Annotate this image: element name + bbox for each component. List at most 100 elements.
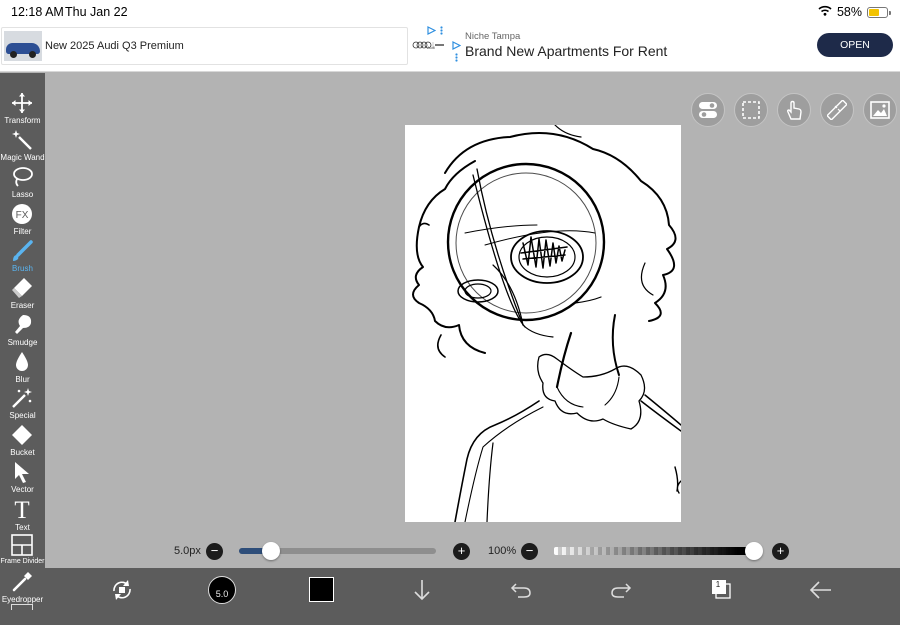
tool-special[interactable]: Special (0, 385, 45, 422)
tool-transform[interactable]: Transform (0, 90, 45, 127)
redo-button[interactable] (609, 568, 633, 625)
tool-label: Eraser (10, 301, 35, 310)
tool-text[interactable]: T Text (0, 495, 45, 532)
status-time: 12:18 AM (11, 5, 64, 19)
more-tools-handle[interactable] (11, 604, 33, 610)
ad-title[interactable]: Brand New Apartments For Rent (465, 43, 667, 59)
image-button[interactable] (863, 93, 897, 127)
tool-filter[interactable]: FX Filter (0, 201, 45, 238)
eraser-icon (12, 278, 32, 298)
bucket-icon (12, 425, 32, 445)
tool-frame-divider[interactable]: Frame Divider (0, 532, 45, 569)
brush-size-slider-knob[interactable] (261, 542, 280, 560)
ad-menu-icon (440, 26, 443, 35)
brush-size-increase-button[interactable]: + (453, 543, 470, 560)
tool-label: Text (15, 523, 30, 532)
battery-percent: 58% (836, 5, 862, 19)
battery-icon (867, 6, 891, 18)
plus-icon: + (457, 543, 466, 558)
sparkle-icon (12, 388, 32, 408)
tool-eraser[interactable]: Eraser (0, 275, 45, 312)
ad-play-icon (427, 26, 436, 35)
tool-eyedropper[interactable]: Eyedropper (0, 569, 45, 606)
plus-icon: + (776, 543, 785, 558)
opacity-increase-button[interactable]: + (772, 543, 789, 560)
droplet-icon (16, 352, 28, 371)
wifi-icon (818, 5, 832, 19)
image-icon (870, 101, 890, 119)
hand-button[interactable] (777, 93, 811, 127)
transform-canvas-icon (113, 580, 131, 600)
back-button[interactable] (809, 568, 833, 625)
tool-vector[interactable]: Vector (0, 459, 45, 496)
brush-size-circle-text: 5.0 (215, 589, 229, 599)
tool-label: Brush (12, 264, 33, 273)
selection-icon (742, 101, 760, 119)
layers-count: 1 (715, 580, 721, 589)
ruler-icon (827, 100, 847, 120)
tool-label: Special (9, 411, 36, 420)
color-swatch-button[interactable] (309, 577, 334, 602)
ad-right-play-icon (452, 41, 461, 50)
tool-label: Bucket (10, 448, 35, 457)
move-arrows-icon (12, 93, 32, 113)
svg-text:T: T (14, 497, 29, 521)
download-icon (414, 580, 430, 601)
download-button[interactable] (410, 568, 434, 625)
drawing-canvas[interactable] (405, 125, 681, 522)
fx-icon: FX (12, 204, 32, 224)
ruler-button[interactable] (820, 93, 854, 127)
tool-label: Eyedropper (1, 595, 44, 604)
ad-car-image (4, 31, 42, 61)
lasso-icon (13, 167, 33, 187)
tool-label: Magic Wand (0, 153, 45, 162)
redo-icon (611, 583, 632, 598)
opacity-label: 100% (488, 545, 517, 557)
opacity-decrease-button[interactable]: − (521, 543, 538, 560)
toggle-icon (699, 102, 717, 118)
status-indicators: 58% (818, 5, 891, 19)
tool-brush[interactable]: Brush (0, 238, 45, 275)
brush-icon (13, 240, 33, 261)
tool-label: Transform (4, 116, 41, 125)
tool-label: Filter (13, 227, 32, 236)
ad-left-text: New 2025 Audi Q3 Premium (45, 40, 184, 52)
frame-divider-icon (11, 534, 33, 556)
tool-magic-wand[interactable]: Magic Wand (0, 127, 45, 164)
brush-size-decrease-button[interactable]: − (206, 543, 223, 560)
ad-choices[interactable] (427, 26, 443, 35)
bottom-toolbar: 5.0 1 (45, 568, 900, 625)
status-bar: 12:18 AM Thu Jan 22 58% (0, 0, 900, 24)
smudge-icon (15, 315, 32, 334)
selection-button[interactable] (734, 93, 768, 127)
tool-label: Frame Divider (0, 558, 45, 565)
tool-label: Blur (15, 375, 30, 384)
ad-open-button[interactable]: OPEN (817, 33, 893, 57)
brush-size-button[interactable]: 5.0 (208, 576, 236, 604)
opacity-slider-knob[interactable] (745, 542, 763, 560)
eyedropper-icon (12, 572, 32, 592)
toggle-button[interactable] (691, 93, 725, 127)
status-date: Thu Jan 22 (65, 5, 128, 19)
ad-brand: Niche Tampa (465, 31, 521, 42)
magic-wand-icon (12, 130, 32, 150)
svg-text:FX: FX (16, 210, 29, 221)
brush-size-label: 5.0px (174, 545, 201, 557)
tool-lasso[interactable]: Lasso (0, 164, 45, 201)
tool-blur[interactable]: Blur (0, 349, 45, 386)
undo-button[interactable] (509, 568, 533, 625)
minus-icon: − (525, 543, 534, 558)
hand-icon (786, 100, 802, 120)
transform-canvas-button[interactable] (108, 568, 136, 625)
tool-smudge[interactable]: Smudge (0, 312, 45, 349)
tool-bucket[interactable]: Bucket (0, 422, 45, 459)
layers-button[interactable]: 1 (710, 568, 734, 625)
text-icon: T (14, 497, 29, 521)
ad-right-menu-icon[interactable] (455, 53, 458, 62)
tool-label: Smudge (7, 338, 38, 347)
opacity-slider[interactable] (554, 547, 758, 555)
ad-left[interactable]: New 2025 Audi Q3 Premium (1, 27, 408, 65)
minus-icon: − (210, 543, 219, 558)
tool-label: Lasso (11, 190, 34, 199)
back-arrow-icon (809, 581, 831, 599)
